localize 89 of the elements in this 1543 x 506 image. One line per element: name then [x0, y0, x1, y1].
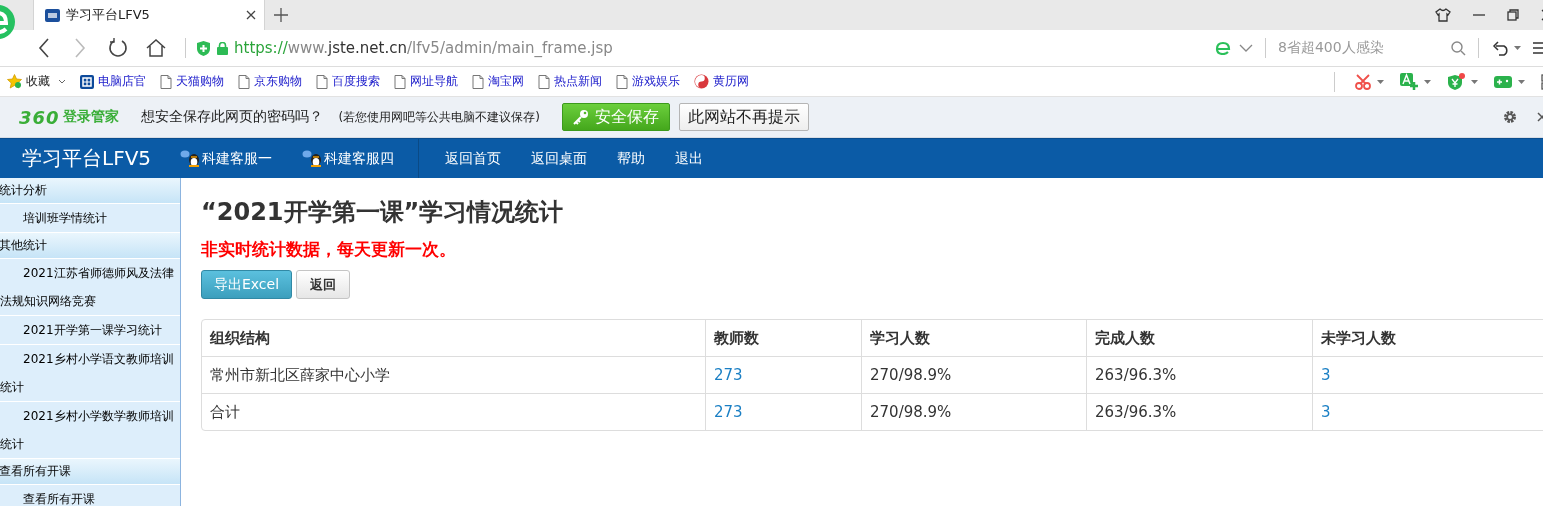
shield-yen-icon[interactable] — [1447, 72, 1465, 91]
sidebar-item[interactable]: 培训班学情统计 — [0, 204, 180, 233]
settings-icon[interactable] — [1503, 110, 1517, 124]
bookmark-link[interactable]: 网址导航 — [394, 73, 458, 90]
sidebar-item[interactable]: 2021乡村小学语文教师培训统计 — [0, 345, 180, 402]
yin-yang-icon — [694, 74, 709, 89]
chevron-down-icon[interactable] — [58, 79, 66, 84]
table-link[interactable]: 3 — [1312, 356, 1543, 393]
notice-text: 非实时统计数据，每天更新一次。 — [201, 238, 457, 261]
bookmark-link[interactable]: 天猫购物 — [160, 73, 224, 90]
table-cell: 常州市新北区薛家中心小学 — [202, 356, 705, 393]
site-logo-icon — [45, 8, 60, 22]
caret-icon[interactable] — [1514, 46, 1521, 50]
support-link[interactable]: 科建客服四 — [302, 148, 394, 169]
bookmark-link[interactable]: 黄历网 — [694, 73, 749, 90]
home-icon[interactable] — [146, 39, 166, 57]
restore-icon[interactable] — [1507, 9, 1519, 21]
table-link[interactable]: 273 — [705, 393, 861, 430]
lock-icon — [217, 41, 228, 55]
bookmark-link[interactable]: 游戏娱乐 — [616, 73, 680, 90]
tab-title: 学习平台LFV5 — [66, 6, 151, 24]
page-title: “2021开学第一课”学习情况统计 — [201, 197, 565, 228]
back-button[interactable]: 返回 — [296, 270, 350, 299]
prompt-note: (若您使用网吧等公共电脑不建议保存) — [338, 108, 540, 126]
table-cell: 270/98.9% — [861, 356, 1086, 393]
translate-icon[interactable] — [1400, 73, 1418, 90]
gamepad-icon[interactable] — [1494, 74, 1512, 89]
bookmark-link[interactable]: 收藏 — [7, 73, 66, 90]
chevron-down-icon[interactable] — [1239, 44, 1253, 52]
shirt-icon[interactable] — [1435, 8, 1451, 22]
caret-icon[interactable] — [1377, 79, 1384, 84]
brand-logo: 360 — [19, 106, 60, 128]
nav-link[interactable]: 返回桌面 — [531, 149, 587, 168]
table-link[interactable]: 3 — [1312, 393, 1543, 430]
key-icon — [572, 109, 589, 125]
page-icon — [316, 74, 328, 89]
scissors-icon[interactable] — [1355, 73, 1371, 90]
reload-icon[interactable] — [108, 38, 128, 58]
nav-link[interactable]: 退出 — [675, 149, 703, 168]
support-link[interactable]: 科建客服一 — [180, 148, 272, 169]
brand-label: 登录管家 — [62, 108, 119, 126]
qq-icon — [302, 148, 324, 169]
save-password-prompt: 想安全保存此网页的密码吗？ — [140, 108, 323, 126]
page-icon — [394, 74, 406, 89]
bookmark-link[interactable]: 电脑店官 — [80, 73, 146, 90]
star-icon — [7, 74, 22, 89]
table-cell: 263/96.3% — [1086, 393, 1312, 430]
caret-icon[interactable] — [1518, 79, 1525, 84]
nav-link[interactable]: 帮助 — [617, 149, 645, 168]
page-icon — [238, 74, 250, 89]
app-title: 学习平台LFV5 — [22, 145, 153, 172]
shield-icon — [197, 40, 210, 56]
url-field[interactable]: https://www.jste.net.cn/lfv5/admin/main_frame.jsp — [234, 39, 613, 57]
bookmark-link[interactable]: 京东购物 — [238, 73, 302, 90]
sidebar-item[interactable]: 2021江苏省师德师风及法律法规知识网络竞赛 — [0, 259, 180, 316]
bookmark-link[interactable]: 淘宝网 — [472, 73, 524, 90]
qq-icon — [180, 148, 202, 169]
table-cell: 合计 — [202, 393, 705, 430]
column-header: 学习人数 — [861, 320, 1086, 356]
page-icon — [160, 74, 172, 89]
nav-link[interactable]: 返回首页 — [445, 149, 501, 168]
sidebar-item[interactable]: 查看所有开课 — [0, 485, 180, 506]
page-icon — [616, 74, 628, 89]
sidebar-group[interactable]: 其他统计 — [0, 233, 180, 259]
bookmark-link[interactable]: 热点新闻 — [538, 73, 602, 90]
column-header: 完成人数 — [1086, 320, 1312, 356]
table-cell: 270/98.9% — [861, 393, 1086, 430]
browser-tab[interactable]: 学习平台LFV5 — [33, 0, 265, 30]
back-icon[interactable] — [38, 38, 50, 58]
caret-icon[interactable] — [1471, 79, 1478, 84]
undo-icon[interactable] — [1492, 40, 1510, 56]
page-icon — [472, 74, 484, 89]
bookmark-link[interactable]: 百度搜索 — [316, 73, 380, 90]
never-for-site-button[interactable]: 此网站不再提示 — [678, 103, 809, 131]
column-header: 教师数 — [705, 320, 861, 356]
menu-icon[interactable] — [1533, 41, 1543, 55]
page-icon — [538, 74, 550, 89]
column-header: 未学习人数 — [1312, 320, 1543, 356]
caret-icon[interactable] — [1424, 79, 1431, 84]
sidebar-item[interactable]: 2021开学第一课学习统计 — [0, 316, 180, 345]
computer-logo-icon — [80, 74, 94, 89]
new-tab-icon[interactable] — [274, 8, 288, 22]
table-link[interactable]: 273 — [705, 356, 861, 393]
close-icon[interactable] — [246, 10, 256, 20]
column-header: 组织结构 — [209, 327, 271, 349]
sidebar-group[interactable]: 查看所有开课 — [0, 459, 180, 485]
table-cell: 263/96.3% — [1086, 356, 1312, 393]
sidebar-item[interactable]: 2021乡村小学数学教师培训统计 — [0, 402, 180, 459]
search-icon[interactable] — [1451, 40, 1466, 56]
